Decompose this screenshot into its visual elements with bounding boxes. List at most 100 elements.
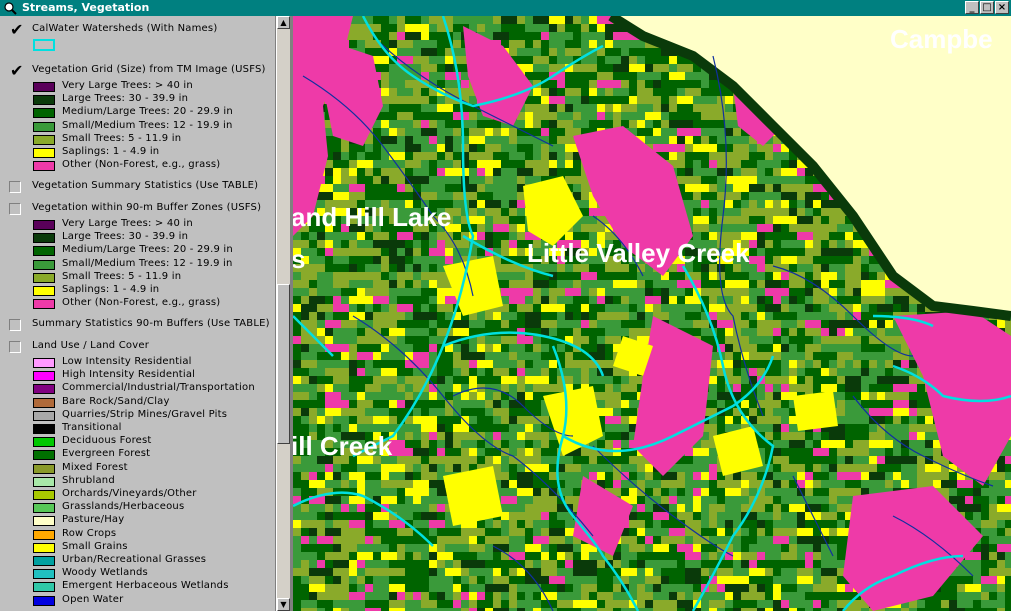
layer-name: Land Use / Land Cover <box>32 340 150 351</box>
legend-item: Commercial/Industrial/Transportation <box>0 382 275 396</box>
layer-name: Vegetation within 90-m Buffer Zones (USF… <box>32 202 262 213</box>
legend-item: Low Intensity Residential <box>0 356 275 370</box>
legend-swatch <box>33 358 55 368</box>
legend-label: Other (Non-Forest, e.g., grass) <box>62 159 221 171</box>
layer-land-use-land-cover[interactable]: Land Use / Land Cover <box>0 340 275 355</box>
legend-item: Row Crops <box>0 528 275 542</box>
layer-summary-statistics-90-m-buffers-use-table[interactable]: Summary Statistics 90-m Buffers (Use TAB… <box>0 318 275 333</box>
scroll-thumb[interactable] <box>277 284 290 444</box>
layer-name: Vegetation Summary Statistics (Use TABLE… <box>32 180 259 191</box>
legend-item: Small Trees: 5 - 11.9 in <box>0 132 275 147</box>
layer-visibility-checkbox[interactable] <box>9 319 21 331</box>
title-bar[interactable]: Streams, Vegetation _ □ × <box>0 0 1011 16</box>
legend-item: Quarries/Strip Mines/Gravel Pits <box>0 408 275 423</box>
legend-swatch <box>33 82 55 92</box>
legend-item: Very Large Trees: > 40 in <box>0 80 275 94</box>
legend-label: Medium/Large Trees: 20 - 29.9 in <box>62 244 233 256</box>
legend-item: Pasture/Hay <box>0 514 275 528</box>
layer-visibility-checkbox[interactable]: ✔ <box>9 22 23 38</box>
legend-item: Bare Rock/Sand/Clay <box>0 396 275 410</box>
legend-label: Transitional <box>62 422 122 433</box>
map-canvas <box>293 16 1011 611</box>
close-button[interactable]: × <box>995 1 1009 14</box>
legend-label: Commercial/Industrial/Transportation <box>62 382 255 394</box>
legend-item: Medium/Large Trees: 20 - 29.9 in <box>0 244 275 258</box>
legend-item: Medium/Large Trees: 20 - 29.9 in <box>0 106 275 120</box>
legend-label: Pasture/Hay <box>62 514 125 526</box>
legend-label: Urban/Recreational Grasses <box>62 554 207 565</box>
layer-visibility-checkbox[interactable]: ✔ <box>9 63 23 79</box>
legend-swatch <box>33 384 55 395</box>
legend-label: Small Trees: 5 - 11.9 in <box>62 270 182 282</box>
legend-label: Very Large Trees: > 40 in <box>62 80 193 91</box>
legend-item: Urban/Recreational Grasses <box>0 554 275 568</box>
legend-swatch <box>33 410 55 421</box>
legend-swatch <box>33 108 55 119</box>
layer-vegetation-summary-statistics-use-table[interactable]: Vegetation Summary Statistics (Use TABLE… <box>0 180 275 195</box>
layer-vegetation-within-90-m-buffer-zones-usfs[interactable]: Vegetation within 90-m Buffer Zones (USF… <box>0 202 275 217</box>
sapling-patch <box>793 391 838 431</box>
legend-label: Large Trees: 30 - 39.9 in <box>62 93 189 105</box>
legend-label: Woody Wetlands <box>62 567 148 579</box>
legend-item <box>0 39 275 53</box>
layer-visibility-checkbox[interactable] <box>9 181 21 193</box>
legend-item: Very Large Trees: > 40 in <box>0 218 275 232</box>
layer-visibility-checkbox[interactable] <box>9 341 21 353</box>
legend-swatch <box>33 450 55 461</box>
toc-scrollbar[interactable]: ▲ ▼ <box>276 16 290 611</box>
layer-name: CalWater Watersheds (With Names) <box>32 23 218 34</box>
legend-label: Deciduous Forest <box>62 435 152 447</box>
legend-label: Evergreen Forest <box>62 448 151 460</box>
legend-label: Quarries/Strip Mines/Gravel Pits <box>62 408 228 420</box>
sapling-patch <box>443 466 503 526</box>
magnifier-globe-icon <box>4 2 17 15</box>
legend-swatch <box>33 595 55 606</box>
legend-label: Saplings: 1 - 4.9 in <box>62 146 160 157</box>
legend-label: Small Trees: 5 - 11.9 in <box>62 132 182 144</box>
legend-item: Saplings: 1 - 4.9 in <box>0 284 275 298</box>
legend-swatch <box>33 503 55 514</box>
map-label-s: s <box>293 244 306 274</box>
legend-label: High Intensity Residential <box>62 369 196 381</box>
legend-item: Small/Medium Trees: 12 - 19.9 in <box>0 258 275 272</box>
layer-name: Summary Statistics 90-m Buffers (Use TAB… <box>32 318 270 329</box>
legend-swatch <box>33 259 55 270</box>
legend-item: Open Water <box>0 594 275 608</box>
legend-item: Small Grains <box>0 541 275 555</box>
legend-label: Other (Non-Forest, e.g., grass) <box>62 297 221 309</box>
legend-swatch <box>33 424 55 434</box>
table-of-contents: ✔ CalWater Watersheds (With Names) ✔ Vegeta… <box>0 16 276 611</box>
legend-label: Small/Medium Trees: 12 - 19.9 in <box>62 119 233 131</box>
legend-item: Large Trees: 30 - 39.9 in <box>0 231 275 245</box>
map-view[interactable]: Campbe and Hill Lake s Little Valley Cre… <box>293 16 1011 611</box>
window-title: Streams, Vegetation <box>22 1 150 14</box>
legend-item: Small/Medium Trees: 12 - 19.9 in <box>0 119 275 134</box>
layer-name: Vegetation Grid (Size) from TM Image (US… <box>32 64 266 75</box>
maximize-button[interactable]: □ <box>980 1 994 14</box>
legend-item: Orchards/Vineyards/Other <box>0 488 275 502</box>
minimize-button[interactable]: _ <box>965 1 979 14</box>
legend-swatch <box>33 121 55 132</box>
layer-vegetation-grid-size-from-tm-image-usfs[interactable]: ✔ Vegetation Grid (Size) from TM Image (U… <box>0 63 275 79</box>
legend-item: Woody Wetlands <box>0 567 275 581</box>
scroll-up-button[interactable]: ▲ <box>277 16 290 29</box>
legend-swatch <box>33 516 55 527</box>
legend-item: Small Trees: 5 - 11.9 in <box>0 270 275 285</box>
legend-swatch <box>33 556 55 566</box>
legend-item: Large Trees: 30 - 39.9 in <box>0 93 275 107</box>
legend-item: Other (Non-Forest, e.g., grass) <box>0 159 275 173</box>
legend-swatch <box>33 490 55 500</box>
legend-label: Very Large Trees: > 40 in <box>62 218 193 229</box>
legend-item: Saplings: 1 - 4.9 in <box>0 146 275 160</box>
legend-swatch <box>33 39 55 51</box>
legend-swatch <box>33 437 55 448</box>
legend-swatch <box>33 529 55 540</box>
layer-calwater-watersheds-with-names[interactable]: ✔ CalWater Watersheds (With Names) <box>0 22 275 38</box>
legend-label: Orchards/Vineyards/Other <box>62 488 197 499</box>
scroll-down-button[interactable]: ▼ <box>277 598 290 611</box>
legend-item: Other (Non-Forest, e.g., grass) <box>0 297 275 311</box>
legend-label: Shrubland <box>62 474 115 486</box>
map-label-campbell: Campbe <box>890 24 993 54</box>
legend-swatch <box>33 95 55 106</box>
layer-visibility-checkbox[interactable] <box>9 203 21 215</box>
